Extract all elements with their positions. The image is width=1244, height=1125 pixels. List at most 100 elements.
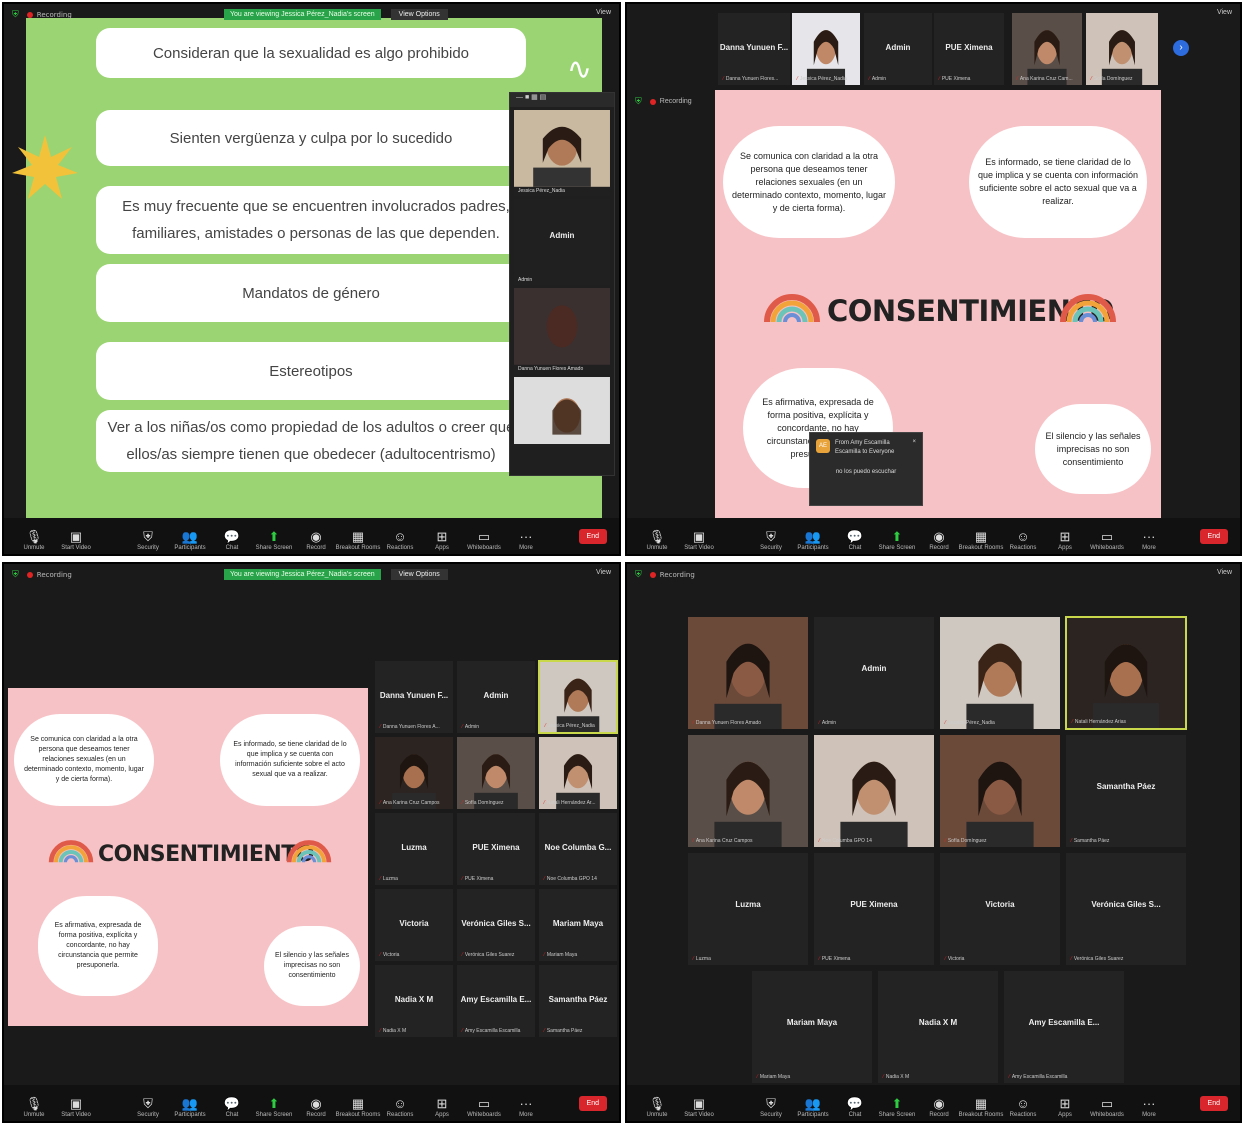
thumb-tile[interactable]: Jessica Pérez_Nadia xyxy=(514,110,610,196)
chat-button[interactable]: 💬 Chat xyxy=(212,1096,252,1118)
breakout-rooms-button[interactable]: ▦ Breakout Rooms xyxy=(959,1096,1004,1118)
view-button[interactable]: View xyxy=(596,569,611,576)
participant-tile[interactable]: ⁄ Ana Karina Cruz Campos xyxy=(374,736,454,810)
participants-button[interactable]: 👥 Participants xyxy=(793,1096,833,1118)
participant-tile[interactable]: Admin ⁄ Admin xyxy=(813,616,935,730)
record-button[interactable]: ◉ Record xyxy=(919,1096,959,1118)
apps-button[interactable]: ⊞ Apps xyxy=(422,1096,462,1118)
whiteboards-button[interactable]: ▭ Whiteboards xyxy=(1087,529,1127,551)
participant-tile[interactable]: ⁄ Sofía Domínguez xyxy=(939,734,1061,848)
close-icon[interactable]: × xyxy=(912,439,916,457)
participant-tile[interactable]: Admin ⁄ Admin xyxy=(863,12,933,86)
chat-button[interactable]: 💬 Chat xyxy=(212,529,252,551)
participant-tile[interactable]: ⁄ Jessica Pérez_Nadia xyxy=(791,12,861,86)
start-video-button[interactable]: ▣ Start Video xyxy=(679,529,719,551)
thumb-tile[interactable]: Danna Yunuen Flores Amado xyxy=(514,288,610,374)
thumb-tile[interactable]: Admin Admin xyxy=(514,199,610,285)
reactions-button[interactable]: ☺ Reactions xyxy=(1003,1096,1043,1118)
participant-tile[interactable]: Amy Escamilla E... ⁄ Amy Escamilla Escamil… xyxy=(456,964,536,1038)
participant-tile[interactable]: PUE Ximena ⁄ PUE Ximena xyxy=(933,12,1005,86)
participant-tile[interactable]: Victoria ⁄ Victoria xyxy=(939,852,1061,966)
participant-tile[interactable]: Mariam Maya ⁄ Mariam Maya xyxy=(751,970,873,1084)
participants-button[interactable]: 👥 Participants xyxy=(793,529,833,551)
participant-tile[interactable]: ⁄ Danna Yunuen Flores Amado xyxy=(687,616,809,730)
participant-tile[interactable]: Victoria ⁄ Victoria xyxy=(374,888,454,962)
unmute-button[interactable]: 🎙 Unmute xyxy=(637,529,677,551)
participants-button[interactable]: 👥 Participants xyxy=(170,529,210,551)
reactions-button[interactable]: ☺ Reactions xyxy=(1003,529,1043,551)
view-options-button[interactable]: View Options xyxy=(390,569,448,580)
breakout-rooms-button[interactable]: ▦ Breakout Rooms xyxy=(959,529,1004,551)
whiteboards-button[interactable]: ▭ Whiteboards xyxy=(1087,1096,1127,1118)
breakout-rooms-button[interactable]: ▦ Breakout Rooms xyxy=(336,1096,381,1118)
unmute-button[interactable]: 🎙 Unmute xyxy=(637,1096,677,1118)
participant-tile[interactable]: Mariam Maya ⁄ Mariam Maya xyxy=(538,888,618,962)
unmute-button[interactable]: 🎙 Unmute xyxy=(14,529,54,551)
participant-tile[interactable]: Samantha Páez ⁄ Samantha Páez xyxy=(538,964,618,1038)
participant-tile[interactable]: PUE Ximena ⁄ PUE Ximena xyxy=(813,852,935,966)
participant-tile[interactable]: Verónica Giles S... ⁄ Verónica Giles Suare… xyxy=(456,888,536,962)
security-button[interactable]: ⛨ Security xyxy=(128,529,168,551)
participant-tile[interactable]: Danna Yunuen F... ⁄ Danna Yunuen Flores... xyxy=(717,12,791,86)
view-button[interactable]: View xyxy=(1217,569,1232,576)
breakout-rooms-button[interactable]: ▦ Breakout Rooms xyxy=(336,529,381,551)
participant-tile[interactable]: PUE Ximena ⁄ PUE Ximena xyxy=(456,812,536,886)
start-video-button[interactable]: ▣ Start Video xyxy=(679,1096,719,1118)
participant-tile[interactable]: Samantha Páez ⁄ Samantha Páez xyxy=(1065,734,1187,848)
apps-button[interactable]: ⊞ Apps xyxy=(1045,529,1085,551)
end-button[interactable]: End xyxy=(578,529,607,544)
participant-tile[interactable]: Nadia X M ⁄ Nadia X M xyxy=(877,970,999,1084)
start-video-button[interactable]: ▣ Start Video xyxy=(56,1096,96,1118)
share-screen-button[interactable]: ⬆ Share Screen xyxy=(254,529,294,551)
reactions-button[interactable]: ☺ Reactions xyxy=(380,1096,420,1118)
view-options-button[interactable]: View Options xyxy=(390,9,448,20)
apps-button[interactable]: ⊞ Apps xyxy=(422,529,462,551)
participant-tile[interactable]: Luzma ⁄ Luzma xyxy=(374,812,454,886)
view-button[interactable]: View xyxy=(1217,9,1232,16)
end-button[interactable]: End xyxy=(1199,1096,1228,1111)
security-button[interactable]: ⛨ Security xyxy=(128,1096,168,1118)
share-screen-button[interactable]: ⬆ Share Screen xyxy=(877,1096,917,1118)
start-video-button[interactable]: ▣ Start Video xyxy=(56,529,96,551)
participant-tile[interactable]: ⁄ Ana Karina Cruz Cam... xyxy=(1011,12,1083,86)
participant-tile[interactable]: Noe Columba G... ⁄ Noe Columba GPO 14 xyxy=(538,812,618,886)
more-button[interactable]: ··· More xyxy=(506,529,546,551)
whiteboards-button[interactable]: ▭ Whiteboards xyxy=(464,529,504,551)
chat-button[interactable]: 💬 Chat xyxy=(835,529,875,551)
participants-button[interactable]: 👥 Participants xyxy=(170,1096,210,1118)
next-page-icon[interactable]: › xyxy=(1173,40,1189,56)
more-button[interactable]: ··· More xyxy=(1129,529,1169,551)
view-button[interactable]: View xyxy=(596,9,611,16)
record-button[interactable]: ◉ Record xyxy=(296,529,336,551)
share-screen-button[interactable]: ⬆ Share Screen xyxy=(877,529,917,551)
participant-tile[interactable]: ⁄ Natali Hernández Ar... xyxy=(538,736,618,810)
chat-popup[interactable]: AE From Amy Escamilla Escamilla to Every… xyxy=(809,432,923,506)
thumbnail-header[interactable]: — ■ ▦ ▤ xyxy=(510,93,614,107)
participant-tile[interactable]: Luzma ⁄ Luzma xyxy=(687,852,809,966)
record-button[interactable]: ◉ Record xyxy=(296,1096,336,1118)
whiteboards-button[interactable]: ▭ Whiteboards xyxy=(464,1096,504,1118)
security-button[interactable]: ⛨ Security xyxy=(751,529,791,551)
unmute-button[interactable]: 🎙 Unmute xyxy=(14,1096,54,1118)
end-button[interactable]: End xyxy=(1199,529,1228,544)
participant-tile[interactable]: ⁄ Jessica Pérez_Nadia xyxy=(538,660,618,734)
participant-tile[interactable]: Admin ⁄ Admin xyxy=(456,660,536,734)
participant-tile[interactable]: ⁄ Sofía Domínguez xyxy=(1085,12,1159,86)
chat-button[interactable]: 💬 Chat xyxy=(835,1096,875,1118)
participant-tile[interactable]: Danna Yunuen F... ⁄ Danna Yunuen Flores A.… xyxy=(374,660,454,734)
participant-tile[interactable]: Verónica Giles S... ⁄ Verónica Giles Suare… xyxy=(1065,852,1187,966)
more-button[interactable]: ··· More xyxy=(1129,1096,1169,1118)
participant-tile[interactable]: Nadia X M ⁄ Nadia X M xyxy=(374,964,454,1038)
participant-tile[interactable]: Amy Escamilla E... ⁄ Amy Escamilla Escamil… xyxy=(1003,970,1125,1084)
participant-tile[interactable]: ⁄ Ana Karina Cruz Campos xyxy=(687,734,809,848)
end-button[interactable]: End xyxy=(578,1096,607,1111)
security-button[interactable]: ⛨ Security xyxy=(751,1096,791,1118)
apps-button[interactable]: ⊞ Apps xyxy=(1045,1096,1085,1118)
reactions-button[interactable]: ☺ Reactions xyxy=(380,529,420,551)
participant-tile[interactable]: ⁄ Natali Hernández Arias xyxy=(1065,616,1187,730)
more-button[interactable]: ··· More xyxy=(506,1096,546,1118)
participant-tile[interactable]: ⁄ Sofía Domínguez xyxy=(456,736,536,810)
thumb-tile[interactable] xyxy=(514,377,610,447)
participant-tile[interactable]: ⁄ Noe Columba GPO 14 xyxy=(813,734,935,848)
share-screen-button[interactable]: ⬆ Share Screen xyxy=(254,1096,294,1118)
